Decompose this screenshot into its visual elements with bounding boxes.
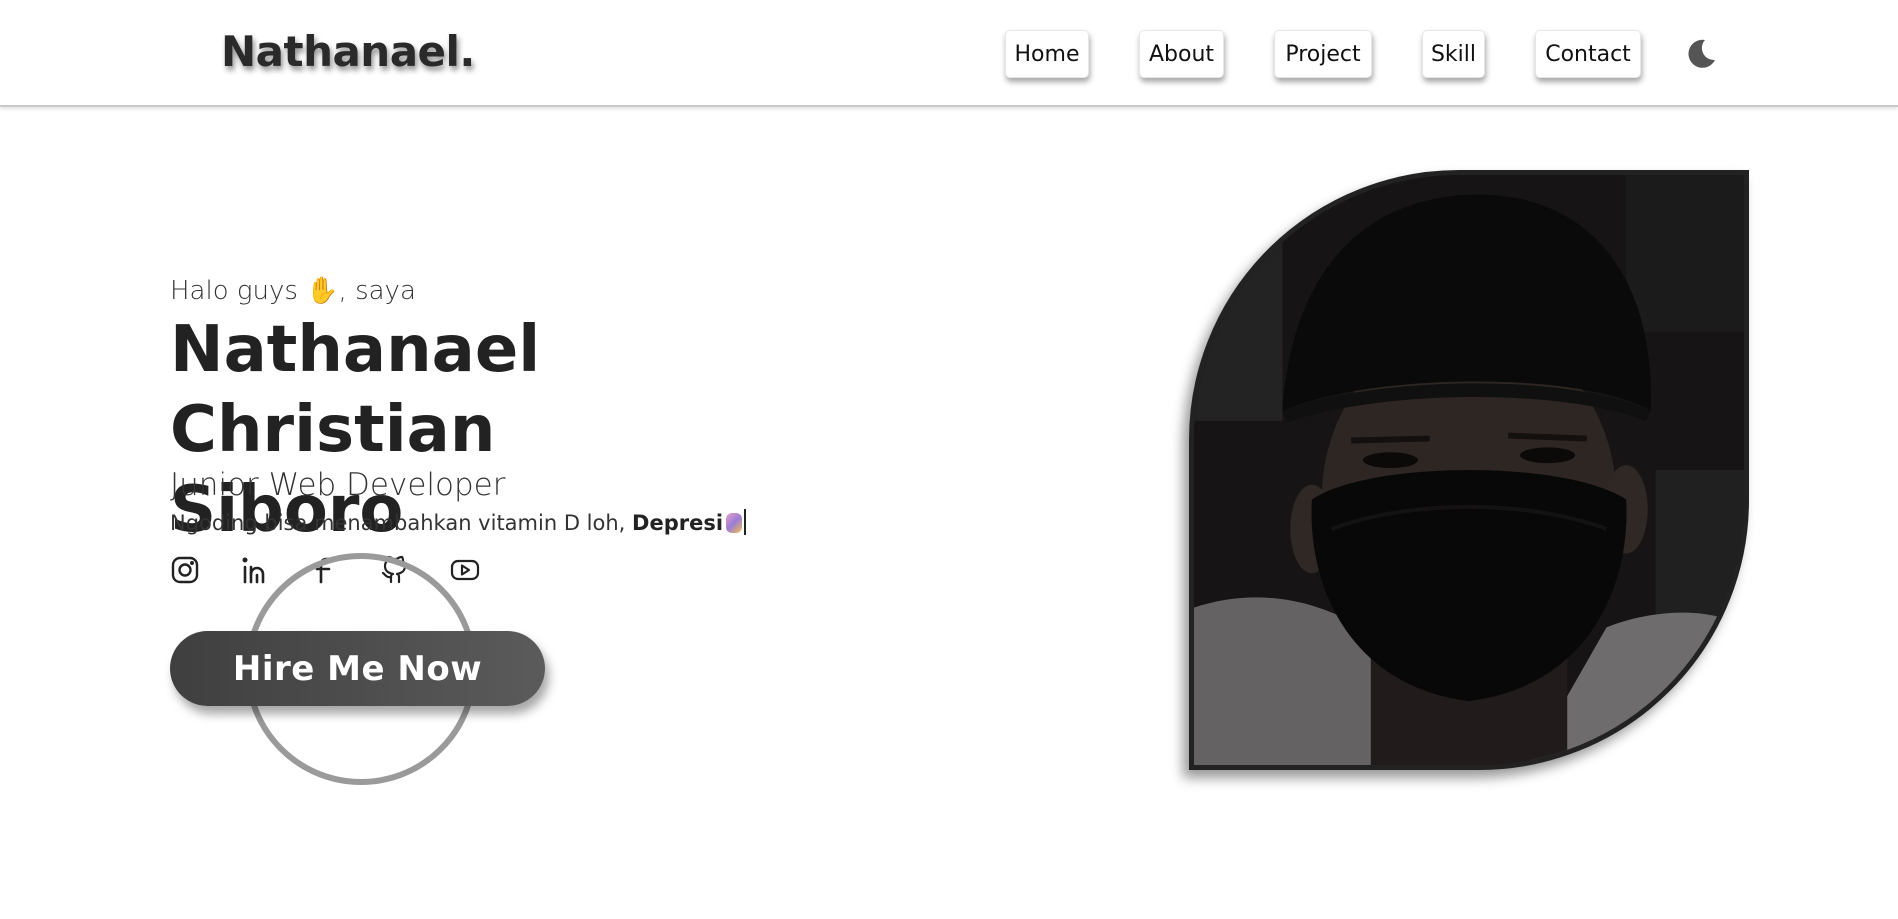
emoji-icon: [726, 513, 743, 533]
typed-word: Depresi: [632, 511, 724, 535]
waving-hand-emoji: ✋: [306, 276, 339, 306]
nav-home-button[interactable]: Home: [1005, 30, 1089, 78]
site-logo[interactable]: Nathanael.: [221, 27, 475, 76]
hire-me-button[interactable]: Hire Me Now: [170, 631, 545, 706]
site-header: Nathanael. Home About Project Skill Cont…: [0, 0, 1898, 107]
youtube-icon[interactable]: [450, 555, 480, 585]
linkedin-icon[interactable]: [240, 555, 270, 585]
moon-icon[interactable]: [1683, 36, 1719, 72]
greeting-suffix: , saya: [338, 276, 416, 306]
greeting-prefix: Halo guys: [170, 276, 298, 306]
hero-name-line1: Nathanael Christian: [170, 313, 541, 467]
profile-photo: [1189, 170, 1749, 770]
nav-skill-button[interactable]: Skill: [1422, 30, 1485, 78]
hero-role: Junior Web Developer: [170, 467, 506, 503]
tagline-prefix: Ngoding bisa menambahkan vitamin D loh,: [170, 511, 626, 535]
nav-contact-button[interactable]: Contact: [1535, 30, 1641, 78]
typing-caret: [744, 509, 747, 535]
nav-project-button[interactable]: Project: [1274, 30, 1372, 78]
hero-tagline: Ngoding bisa menambahkan vitamin D loh, …: [170, 509, 747, 535]
instagram-icon[interactable]: [170, 555, 200, 585]
greeting-text: Halo guys ✋, saya: [170, 276, 416, 306]
nav-about-button[interactable]: About: [1139, 30, 1224, 78]
